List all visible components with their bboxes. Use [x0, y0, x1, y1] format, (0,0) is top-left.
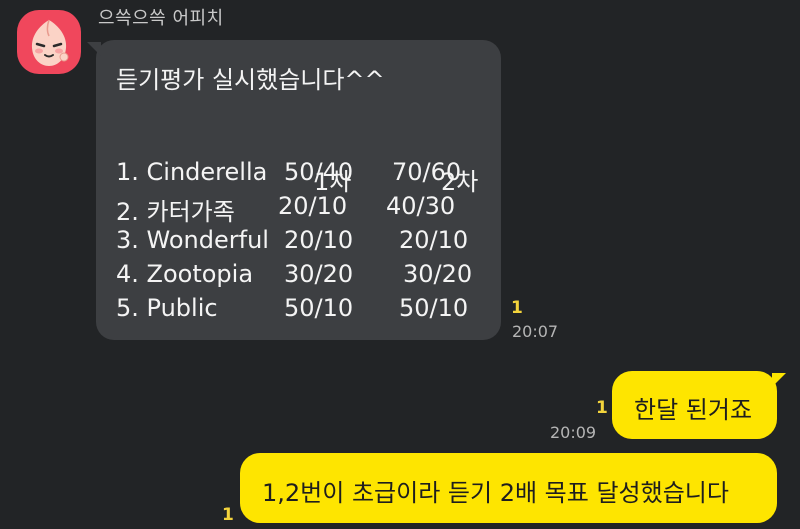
row-score-1: 50/10	[284, 294, 354, 322]
row-name: 4. Zootopia	[116, 260, 254, 288]
score-row-3: 3. Wonderful 20/10 20/10	[116, 226, 496, 256]
outgoing-message-bubble[interactable]: 1,2번이 초급이라 듣기 2배 목표 달성했습니다	[240, 453, 777, 523]
unread-count: 1	[222, 505, 234, 525]
row-score-1: 50/40	[284, 158, 354, 186]
row-score-1: 20/10	[278, 192, 348, 220]
row-name: 3. Wonderful	[116, 226, 269, 254]
row-name: 1. Cinderella	[116, 158, 268, 186]
sender-name: 으쓱으쓱 어피치	[98, 8, 224, 29]
apeach-character-icon	[31, 19, 69, 66]
score-row-4: 4. Zootopia 30/20 30/20	[116, 260, 496, 290]
message-time: 20:09	[550, 423, 597, 442]
row-score-2: 50/10	[399, 294, 469, 322]
row-name: 5. Public	[116, 294, 218, 322]
row-score-2: 40/30	[386, 192, 456, 220]
message-time: 20:07	[512, 322, 559, 341]
unread-count: 1	[596, 398, 608, 418]
row-score-1: 20/10	[284, 226, 354, 254]
row-score-1: 30/20	[284, 260, 354, 288]
score-row-5: 5. Public 50/10 50/10	[116, 294, 496, 324]
score-row-2: 2. 카터가족 20/10 40/30	[116, 192, 496, 226]
outgoing-message-bubble[interactable]: 한달 된거죠	[612, 371, 786, 439]
avatar[interactable]	[17, 10, 81, 74]
unread-count: 1	[511, 298, 523, 318]
message-text: 1,2번이 초급이라 듣기 2배 목표 달성했습니다	[262, 479, 729, 507]
row-score-2: 30/20	[403, 260, 473, 288]
row-score-2: 70/60	[392, 158, 462, 186]
chat-room: 으쓱으쓱 어피치 듣기평가 실시했습니다^^ 1차 2차 1. Cinderel…	[0, 0, 800, 529]
message-title: 듣기평가 실시했습니다^^	[116, 66, 385, 94]
score-row-1: 1. Cinderella 50/40 70/60	[116, 158, 496, 188]
message-text: 한달 된거죠	[634, 396, 753, 424]
row-name: 2. 카터가족	[116, 198, 235, 226]
row-score-2: 20/10	[399, 226, 469, 254]
incoming-message-bubble[interactable]: 듣기평가 실시했습니다^^ 1차 2차 1. Cinderella 50/40 …	[87, 40, 501, 340]
